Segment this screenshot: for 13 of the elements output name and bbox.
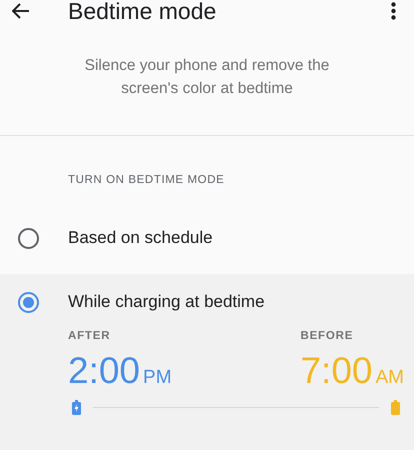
- time-label: BEFORE: [300, 330, 354, 342]
- section-header: TURN ON BEDTIME MODE: [68, 174, 226, 186]
- description-text: Silence your phone and remove the screen's color at bedtime: [84, 56, 330, 99]
- more-vertical-icon: [390, 2, 396, 20]
- back-arrow-icon: [12, 3, 30, 19]
- radio-button[interactable]: [18, 228, 39, 248]
- battery-icon: [391, 400, 400, 415]
- charging-battery-icon: [72, 400, 81, 415]
- time-label: AFTER: [68, 330, 110, 342]
- page-title: Bedtime mode: [68, 0, 218, 24]
- radio-option[interactable]: Based on schedule: [0, 210, 414, 266]
- radio-option[interactable]: While charging at bedtime: [0, 274, 414, 330]
- radio-button[interactable]: [18, 292, 39, 312]
